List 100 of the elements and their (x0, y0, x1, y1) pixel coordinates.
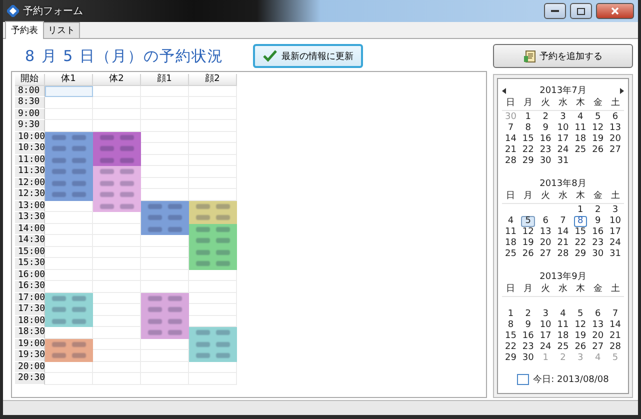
booking-block[interactable] (141, 200, 189, 212)
booking-block[interactable] (93, 132, 141, 143)
calendar-day[interactable]: 10 (556, 123, 570, 134)
refresh-button[interactable]: 最新の情報に更新 (253, 44, 364, 68)
calendar-day[interactable]: 4 (556, 309, 570, 320)
maximize-button[interactable] (570, 3, 592, 19)
calendar-day[interactable]: 22 (521, 145, 535, 156)
calendar-day[interactable]: 5 (591, 112, 605, 123)
calendar-day[interactable]: 14 (504, 134, 518, 145)
calendar-day[interactable]: 22 (504, 342, 518, 353)
calendar-day[interactable]: 10 (538, 320, 552, 331)
empty-cell[interactable] (141, 270, 189, 281)
calendar-day[interactable]: 7 (504, 123, 518, 134)
empty-cell[interactable] (189, 270, 237, 281)
calendar-day[interactable]: 31 (556, 156, 570, 167)
calendar-day[interactable]: 27 (538, 249, 552, 260)
calendar-day[interactable]: 5 (521, 216, 535, 227)
calendar-day[interactable]: 30 (521, 353, 535, 364)
calendar-day[interactable]: 26 (591, 145, 605, 156)
calendar-day[interactable]: 8 (504, 320, 518, 331)
calendar-day[interactable]: 14 (608, 320, 622, 331)
add-booking-button[interactable]: 予約を追加する (493, 44, 633, 68)
calendar-day[interactable]: 21 (504, 145, 518, 156)
calendar-day[interactable]: 11 (504, 227, 518, 238)
calendar-day[interactable]: 24 (538, 342, 552, 353)
calendar-day[interactable]: 17 (538, 331, 552, 342)
calendar-day[interactable]: 6 (538, 216, 552, 227)
calendar-day[interactable]: 16 (521, 331, 535, 342)
calendar-day[interactable]: 21 (608, 331, 622, 342)
calendar-day[interactable]: 9 (521, 320, 535, 331)
calendar-day[interactable]: 6 (608, 112, 622, 123)
calendar-day[interactable]: 2 (538, 112, 552, 123)
calendar-day[interactable]: 7 (608, 309, 622, 320)
calendar-day[interactable]: 29 (521, 156, 535, 167)
empty-cell[interactable] (141, 86, 189, 97)
calendar-day[interactable]: 4 (574, 112, 588, 123)
calendar-day[interactable]: 25 (556, 342, 570, 353)
calendar-day[interactable]: 24 (608, 238, 622, 249)
calendar-day[interactable]: 20 (538, 238, 552, 249)
calendar-day[interactable]: 18 (504, 238, 518, 249)
calendar-day[interactable]: 27 (608, 145, 622, 156)
minimize-button[interactable] (544, 3, 566, 19)
calendar-day[interactable]: 29 (504, 353, 518, 364)
today-link[interactable]: 今日: 2013/08/08 (533, 373, 609, 386)
calendar-day[interactable]: 27 (591, 342, 605, 353)
previous-month-button[interactable] (502, 87, 506, 97)
empty-cell[interactable] (93, 235, 141, 246)
calendar-day[interactable]: 5 (574, 309, 588, 320)
booking-block[interactable] (189, 200, 237, 212)
calendar-day[interactable]: 31 (608, 249, 622, 260)
calendar-day[interactable]: 30 (591, 249, 605, 260)
booking-block[interactable] (45, 132, 93, 143)
calendar-day[interactable]: 16 (591, 227, 605, 238)
tab[interactable]: リスト (43, 22, 80, 38)
calendar-day[interactable]: 19 (521, 238, 535, 249)
calendar-day[interactable]: 15 (521, 134, 535, 145)
calendar-day[interactable]: 1 (521, 112, 535, 123)
calendar-day[interactable]: 20 (591, 331, 605, 342)
calendar-day[interactable]: 28 (556, 249, 570, 260)
selected-cell[interactable] (45, 86, 93, 97)
calendar-day[interactable]: 7 (556, 216, 570, 227)
calendar-day[interactable]: 24 (556, 145, 570, 156)
calendar-day[interactable]: 26 (574, 342, 588, 353)
calendar-day[interactable]: 20 (608, 134, 622, 145)
calendar-day[interactable]: 25 (574, 145, 588, 156)
calendar-day[interactable]: 9 (591, 216, 605, 227)
booking-block[interactable] (45, 338, 93, 350)
calendar-day[interactable]: 12 (574, 320, 588, 331)
booking-block[interactable] (141, 292, 189, 304)
calendar-day[interactable]: 1 (574, 205, 588, 216)
calendar-day[interactable]: 11 (574, 123, 588, 134)
calendar-day[interactable]: 15 (574, 227, 588, 238)
calendar-day[interactable]: 8 (574, 216, 588, 227)
calendar-day[interactable]: 26 (521, 249, 535, 260)
calendar-day[interactable]: 4 (504, 216, 518, 227)
calendar-day[interactable]: 29 (574, 249, 588, 260)
booking-block[interactable] (189, 224, 237, 235)
calendar-day[interactable]: 12 (591, 123, 605, 134)
calendar-day[interactable]: 30 (538, 156, 552, 167)
calendar-day[interactable]: 2 (521, 309, 535, 320)
empty-cell[interactable] (189, 281, 237, 292)
calendar-day[interactable]: 3 (538, 309, 552, 320)
calendar-day[interactable]: 28 (608, 342, 622, 353)
empty-cell[interactable] (189, 362, 237, 373)
calendar-day[interactable]: 19 (591, 134, 605, 145)
booking-block[interactable] (45, 292, 93, 304)
calendar-day[interactable]: 8 (521, 123, 535, 134)
calendar-day[interactable]: 6 (591, 309, 605, 320)
calendar-day[interactable]: 19 (574, 331, 588, 342)
calendar-day[interactable]: 18 (574, 134, 588, 145)
calendar-day[interactable]: 15 (504, 331, 518, 342)
empty-cell[interactable] (141, 362, 189, 373)
calendar-day[interactable]: 16 (538, 134, 552, 145)
calendar-day[interactable]: 3 (608, 205, 622, 216)
empty-cell[interactable] (93, 97, 141, 108)
calendar-day[interactable]: 13 (608, 123, 622, 134)
calendar-day[interactable]: 17 (556, 134, 570, 145)
calendar-day[interactable]: 17 (608, 227, 622, 238)
calendar-day[interactable]: 3 (556, 112, 570, 123)
empty-cell[interactable] (141, 120, 189, 132)
